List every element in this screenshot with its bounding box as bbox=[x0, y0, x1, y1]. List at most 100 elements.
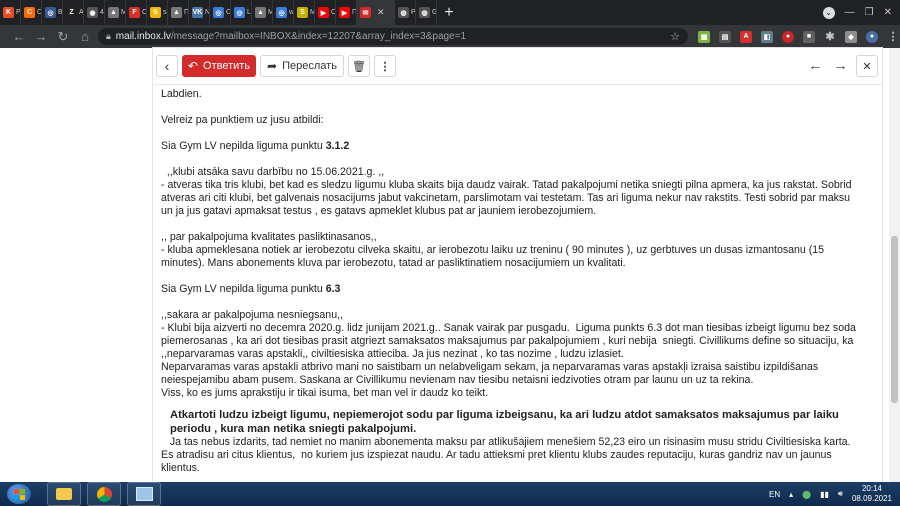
browser-tab[interactable]: ◎Be bbox=[42, 0, 63, 25]
browser-tab[interactable]: VKNe bbox=[189, 0, 210, 25]
tab-search-icon[interactable]: ⌄ bbox=[822, 6, 835, 19]
more-actions-button[interactable]: ⋮ bbox=[374, 55, 396, 77]
extensions-puzzle-icon[interactable]: ✱ bbox=[824, 31, 836, 43]
tray-app-icon[interactable]: ⬤ bbox=[802, 490, 811, 499]
reply-label: Ответить bbox=[203, 60, 251, 72]
previous-message-icon[interactable]: ← bbox=[808, 57, 823, 74]
scrollbar-thumb[interactable] bbox=[891, 236, 898, 403]
tab-favicon-icon: Z bbox=[66, 7, 77, 18]
message-paragraph: Ja tas nebus izdarits, tad nemiet no man… bbox=[161, 436, 854, 474]
back-to-list-button[interactable]: ‹ bbox=[156, 55, 178, 77]
close-window-button[interactable]: ✕ bbox=[884, 7, 892, 18]
url-path: /message?mailbox=INBOX&index=12207&array… bbox=[170, 31, 467, 42]
browser-tab[interactable]: ✉ ✕ bbox=[357, 0, 395, 25]
delete-button[interactable]: 🗑︎ bbox=[348, 55, 370, 77]
browser-tab[interactable]: ▲M bbox=[252, 0, 273, 25]
reload-icon[interactable]: ↻ bbox=[52, 29, 74, 45]
message-body: Labdien. Velreiz pa punktiem uz jusu atbi… bbox=[161, 88, 861, 475]
clock-time: 20:14 bbox=[861, 484, 882, 493]
message-paragraph: Viss, ko es jums aprakstiju ir tikai isu… bbox=[161, 387, 489, 399]
message-paragraph: Velreiz pa punktiem uz jusu atbildi: bbox=[161, 114, 324, 126]
webpage: ‹ ↶ Ответить ➦ Переслать 🗑︎ ⋮ ← → ✕ Labd… bbox=[0, 48, 900, 482]
window-controls: ⌄ — ❐ ✕ bbox=[822, 0, 900, 25]
message-emphasis-paragraph: Atkartoti ludzu izbeigt ligumu, nepiemer… bbox=[170, 409, 839, 435]
browser-tab[interactable]: Ssai bbox=[147, 0, 168, 25]
volume-icon[interactable]: 🔊︎ bbox=[838, 489, 843, 499]
address-bar[interactable]: 🔒︎ mail.inbox.lv /message?mailbox=INBOX&… bbox=[98, 28, 688, 45]
browser-tab[interactable]: KPa bbox=[0, 0, 21, 25]
message-paragraph: ,,klubi atsāka savu darbību no 15.06.202… bbox=[161, 166, 385, 178]
extension-pdf-icon[interactable]: A bbox=[740, 30, 752, 43]
tab-list: KPaCCe◎BeZAj◉40▲MiFCsSsai▲ПсVKNe◎CC◎Lö▲M… bbox=[0, 0, 437, 25]
lock-icon[interactable]: 🔒︎ bbox=[106, 31, 111, 42]
browser-tab[interactable]: ◎CC bbox=[210, 0, 231, 25]
browser-tab[interactable]: FCs bbox=[126, 0, 147, 25]
extension-grey-icon[interactable]: ◆ bbox=[845, 30, 857, 43]
new-tab-button[interactable]: + bbox=[437, 4, 461, 22]
tab-favicon-icon: ◍ bbox=[398, 7, 409, 18]
url-host: mail.inbox.lv bbox=[115, 31, 171, 42]
window-app-icon bbox=[135, 487, 153, 501]
tab-favicon-icon: ▲ bbox=[171, 7, 182, 18]
message-paragraph: - atveras tika tris klubi, bet kad es sl… bbox=[161, 179, 855, 217]
message-section-title: Sia Gym LV nepilda liguma punktu 3.1.2 bbox=[161, 140, 861, 153]
taskbar-explorer[interactable] bbox=[47, 482, 81, 506]
windows-taskbar: EN ▴ ⬤ ▮▮ 🔊︎ 20:14 08.09.2021 bbox=[0, 482, 900, 506]
browser-menu-icon[interactable]: ⋮ bbox=[887, 31, 899, 43]
browser-tab[interactable]: ▲Пс bbox=[168, 0, 189, 25]
tab-favicon-icon: ✉ bbox=[360, 7, 371, 18]
forward-icon[interactable]: → bbox=[30, 29, 52, 44]
extension-red-icon[interactable]: ● bbox=[782, 30, 794, 43]
reply-arrow-icon: ↶ bbox=[187, 59, 199, 73]
profile-avatar-icon[interactable]: ● bbox=[866, 30, 878, 43]
browser-tab[interactable]: ◍Pi bbox=[395, 0, 416, 25]
browser-tab[interactable]: ▶Пс bbox=[336, 0, 357, 25]
contract-clause-number: 6.3 bbox=[325, 283, 341, 295]
restore-button[interactable]: ❐ bbox=[865, 7, 874, 18]
browser-tab[interactable]: ◉40 bbox=[84, 0, 105, 25]
tray-arrow-icon[interactable]: ▴ bbox=[789, 490, 793, 499]
tab-close-icon[interactable]: ✕ bbox=[377, 7, 385, 18]
browser-tab[interactable]: ◎Lö bbox=[231, 0, 252, 25]
forward-label: Переслать bbox=[282, 60, 337, 72]
more-vertical-icon: ⋮ bbox=[379, 60, 391, 73]
browser-tab[interactable]: ◍Go bbox=[416, 0, 437, 25]
message-toolbar: ‹ ↶ Ответить ➦ Переслать 🗑︎ ⋮ ← → ✕ bbox=[153, 48, 882, 85]
tab-favicon-icon: ◎ bbox=[276, 7, 287, 18]
home-icon[interactable]: ⌂ bbox=[74, 29, 96, 44]
extension-box-icon[interactable]: ◧ bbox=[761, 30, 773, 43]
extension-square-icon[interactable]: ■ bbox=[803, 30, 815, 43]
network-icon[interactable]: ▮▮ bbox=[820, 490, 829, 499]
bookmark-star-icon[interactable]: ☆ bbox=[670, 30, 680, 43]
browser-tab[interactable]: ▲Mi bbox=[105, 0, 126, 25]
tab-favicon-icon: S bbox=[150, 7, 161, 18]
taskbar-app[interactable] bbox=[127, 482, 161, 506]
taskbar-clock[interactable]: 20:14 08.09.2021 bbox=[852, 484, 892, 504]
browser-tab[interactable]: ◎wi bbox=[273, 0, 294, 25]
start-button[interactable] bbox=[7, 484, 31, 504]
browser-tab[interactable]: ▶Cy bbox=[315, 0, 336, 25]
close-message-button[interactable]: ✕ bbox=[856, 55, 878, 77]
browser-tab[interactable]: ZAj bbox=[63, 0, 84, 25]
reply-button[interactable]: ↶ Ответить bbox=[182, 55, 256, 77]
extension-grid-icon[interactable]: ▦ bbox=[698, 30, 710, 43]
extension-doc-icon[interactable]: ▤ bbox=[719, 30, 731, 43]
tab-favicon-icon: ◉ bbox=[87, 7, 98, 18]
forward-button[interactable]: ➦ Переслать bbox=[260, 55, 344, 77]
clock-date: 08.09.2021 bbox=[851, 494, 892, 503]
next-message-icon[interactable]: → bbox=[833, 57, 848, 74]
taskbar-chrome[interactable] bbox=[87, 482, 121, 506]
language-indicator[interactable]: EN bbox=[769, 490, 780, 499]
message-paragraph: - kluba apmeklesana notiek ar ierobezotu… bbox=[161, 244, 828, 269]
back-icon[interactable]: ← bbox=[8, 29, 30, 44]
tab-favicon-icon: ◎ bbox=[234, 7, 245, 18]
page-scrollbar[interactable] bbox=[889, 48, 900, 482]
browser-tab[interactable]: SM bbox=[294, 0, 315, 25]
browser-tab[interactable]: CCe bbox=[21, 0, 42, 25]
system-tray: EN ▴ ⬤ ▮▮ 🔊︎ 20:14 08.09.2021 bbox=[769, 482, 900, 506]
minimize-button[interactable]: — bbox=[845, 7, 855, 18]
